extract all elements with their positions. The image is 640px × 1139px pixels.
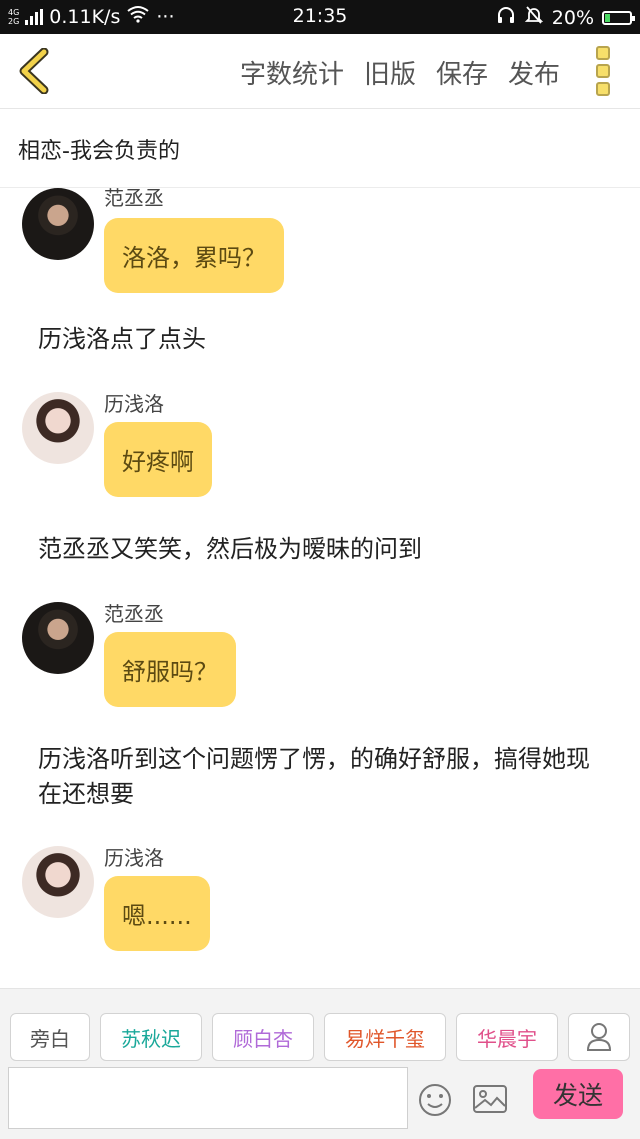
save-button[interactable]: 保存 — [436, 54, 488, 91]
emoji-button[interactable] — [418, 1083, 452, 1117]
speaker-name: 范丞丞 — [104, 188, 164, 210]
story-title-bar[interactable]: 相恋-我会负责的 — [0, 109, 640, 188]
role-label: 苏秋迟 — [121, 1026, 181, 1051]
message-bubble[interactable]: 嗯...... — [104, 876, 210, 951]
more-menu-button[interactable] — [596, 46, 616, 96]
editor-toolbar: 字数统计 旧版 保存 发布 — [0, 34, 640, 109]
compose-panel: 旁白 苏秋迟 顾白杏 易烊千玺 华晨宇 发送 — [0, 988, 640, 1139]
speaker-name: 历浅洛 — [104, 392, 164, 416]
mute-bell-icon — [524, 5, 544, 30]
role-character-button[interactable]: 顾白杏 — [212, 1013, 314, 1061]
male-avatar[interactable] — [22, 602, 94, 674]
role-selector: 旁白 苏秋迟 顾白杏 易烊千玺 华晨宇 — [10, 1013, 630, 1061]
more-dot-icon — [596, 64, 610, 78]
message-bubble[interactable]: 好疼啊 — [104, 422, 212, 497]
message-input[interactable] — [8, 1067, 408, 1129]
publish-button[interactable]: 发布 — [508, 54, 560, 91]
narration-text[interactable]: 历浅洛点了点头 — [38, 322, 608, 357]
role-character-button[interactable]: 苏秋迟 — [100, 1013, 202, 1061]
emoji-icon — [419, 1084, 451, 1116]
headset-icon — [496, 6, 516, 29]
female-avatar[interactable] — [22, 392, 94, 464]
female-avatar[interactable] — [22, 846, 94, 918]
person-icon — [586, 1023, 612, 1051]
message-bubble[interactable]: 洛洛，累吗？ — [104, 218, 284, 293]
role-character-button[interactable]: 华晨宇 — [456, 1013, 558, 1061]
role-label: 旁白 — [30, 1026, 70, 1051]
story-title: 相恋-我会负责的 — [18, 139, 180, 164]
battery-icon — [602, 10, 635, 25]
send-button[interactable]: 发送 — [533, 1069, 623, 1119]
status-bar: 4G 2G 0.11K/s ··· 21:35 20% — [0, 0, 640, 34]
image-icon — [473, 1085, 507, 1113]
speaker-name: 历浅洛 — [104, 846, 164, 870]
battery-percent: 20% — [551, 6, 594, 29]
message-bubble[interactable]: 舒服吗？ — [104, 632, 236, 707]
male-avatar[interactable] — [22, 188, 94, 260]
role-label: 易烊千玺 — [345, 1026, 425, 1051]
image-button[interactable] — [472, 1083, 508, 1115]
narration-text[interactable]: 范丞丞又笑笑，然后极为暧昧的问到 — [38, 532, 608, 567]
more-dot-icon — [596, 82, 610, 96]
back-arrow-icon — [19, 47, 49, 95]
add-role-button[interactable] — [568, 1013, 630, 1061]
role-character-button[interactable]: 易烊千玺 — [324, 1013, 446, 1061]
role-label: 华晨宇 — [477, 1026, 537, 1051]
old-version-button[interactable]: 旧版 — [364, 54, 416, 91]
role-label: 顾白杏 — [233, 1026, 293, 1051]
word-count-button[interactable]: 字数统计 — [240, 54, 344, 91]
role-narrator-button[interactable]: 旁白 — [10, 1013, 90, 1061]
back-button[interactable] — [14, 47, 58, 95]
more-dot-icon — [596, 46, 610, 60]
speaker-name: 范丞丞 — [104, 602, 164, 626]
narration-text[interactable]: 历浅洛听到这个问题愣了愣，的确好舒服，搞得她现在还想要 — [38, 742, 608, 812]
story-content[interactable]: 范丞丞 洛洛，累吗？ 历浅洛点了点头 历浅洛 好疼啊 范丞丞又笑笑，然后极为暧昧… — [0, 188, 640, 988]
